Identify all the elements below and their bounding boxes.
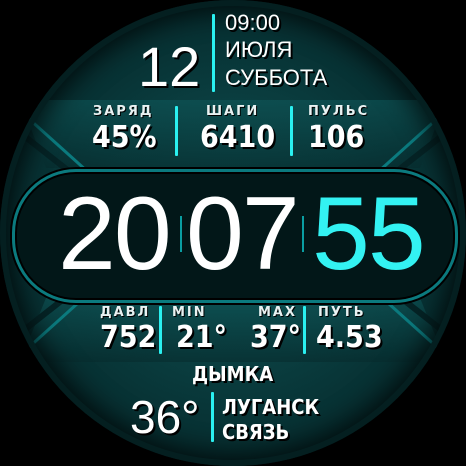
stat-pulse-label: ПУЛЬС — [308, 104, 370, 119]
stat-separator-4 — [303, 306, 306, 354]
date-separator — [212, 14, 215, 92]
time-divider-2 — [302, 216, 304, 252]
stat-pressure-value: 752 — [100, 320, 157, 355]
weather-temperature: 36° — [130, 391, 200, 443]
stat-pressure-label: ДАВЛ — [100, 305, 151, 320]
alarm-time: 09:00 — [225, 10, 281, 35]
clock-minutes: 07 — [186, 176, 300, 292]
stat-separator-1 — [175, 106, 178, 156]
stat-battery-value: 45% — [92, 120, 157, 155]
weather-city: ЛУГАНСК — [222, 395, 320, 419]
stat-max-value: 37° — [250, 320, 302, 355]
stat-distance-label: ПУТЬ — [318, 305, 366, 320]
weather-separator — [211, 392, 214, 442]
stat-max-label: MAX — [258, 305, 298, 320]
stat-battery-label: ЗАРЯД — [93, 104, 154, 119]
clock-seconds: 55 — [312, 176, 426, 292]
clock-hours: 20 — [58, 176, 172, 292]
stat-separator-3 — [159, 306, 162, 354]
stat-distance-value: 4.53 — [316, 320, 383, 355]
date-month: ИЮЛЯ — [225, 37, 293, 62]
date-day: 12 — [138, 35, 201, 98]
time-divider-1 — [180, 216, 182, 252]
stat-steps-value: 6410 — [200, 120, 276, 155]
weather-condition: ДЫМКА — [192, 362, 274, 386]
weather-provider: СВЯЗЬ — [222, 420, 290, 444]
stat-min-label: MIN — [172, 305, 207, 320]
stat-min-value: 21° — [176, 320, 228, 355]
stat-separator-2 — [290, 106, 293, 156]
date-weekday: СУББОТА — [225, 65, 328, 90]
stat-steps-label: ШАГИ — [206, 104, 260, 119]
stat-pulse-value: 106 — [308, 120, 365, 155]
